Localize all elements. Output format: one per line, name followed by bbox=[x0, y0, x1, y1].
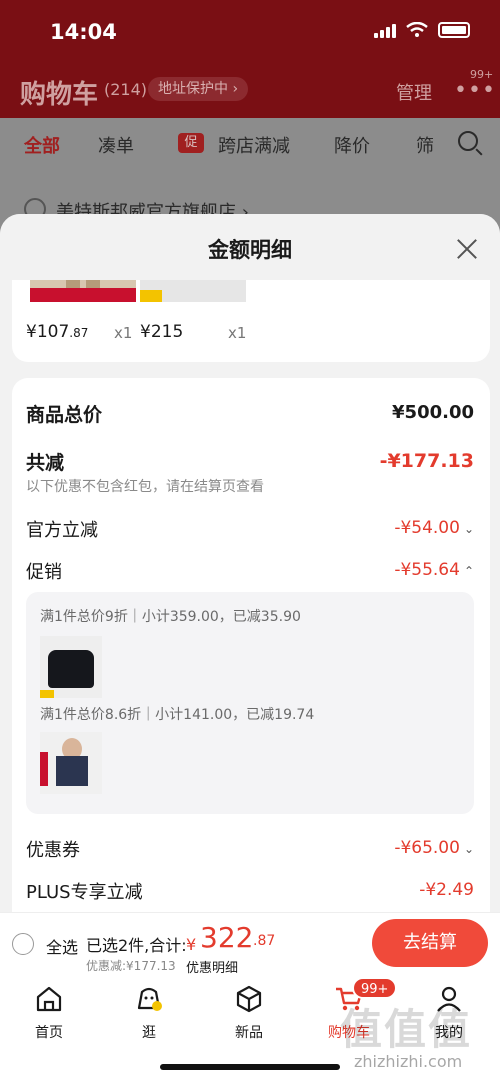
tab-cross-store[interactable]: 跨店满减 bbox=[218, 132, 290, 158]
status-icons bbox=[374, 22, 470, 38]
official-discount-label: 官方立减 bbox=[26, 520, 98, 541]
wifi-icon bbox=[406, 22, 428, 37]
home-icon bbox=[36, 986, 62, 1012]
reduction-note: 以下优惠不包含红包，请在结算页查看 bbox=[26, 479, 264, 495]
tab-all[interactable]: 全部 bbox=[24, 132, 60, 158]
promotion-label: 促销 bbox=[26, 562, 62, 583]
close-icon[interactable] bbox=[456, 238, 478, 260]
select-all-radio[interactable] bbox=[12, 933, 34, 955]
chevron-down-icon: ⌄ bbox=[463, 522, 474, 536]
total-reduction-value: -¥177.13 bbox=[379, 450, 474, 472]
manage-button[interactable]: 管理 bbox=[396, 79, 432, 105]
box-icon bbox=[236, 985, 262, 1013]
amount-detail-sheet: ¥107.87 x1 ¥215 x1 金额明细 商品总价 ¥500.00 共减 … bbox=[0, 214, 500, 914]
tab-filter[interactable]: 筛 bbox=[416, 132, 434, 158]
product-thumbnail[interactable] bbox=[40, 732, 102, 794]
tab-home[interactable]: 首页 bbox=[14, 984, 84, 1042]
tab-price-drop[interactable]: 降价 bbox=[334, 132, 370, 158]
product-price: ¥215 bbox=[140, 322, 184, 342]
battery-icon bbox=[438, 22, 470, 38]
more-icon[interactable]: ••• bbox=[454, 78, 496, 103]
goods-total-label: 商品总价 bbox=[26, 404, 103, 426]
official-discount-value[interactable]: -¥54.00 ⌄ bbox=[394, 518, 474, 538]
product-qty: x1 bbox=[114, 324, 133, 342]
cart-count: (214) bbox=[104, 80, 148, 99]
chevron-down-icon: ⌄ bbox=[463, 842, 474, 856]
coupon-label: 优惠券 bbox=[26, 840, 80, 861]
coupon-value[interactable]: -¥65.00 ⌄ bbox=[394, 838, 474, 858]
checkout-button[interactable]: 去结算 bbox=[372, 919, 488, 967]
saved-amount: 优惠减:¥177.13 bbox=[86, 959, 176, 973]
signal-icon bbox=[374, 22, 396, 38]
amount-breakdown-card: 商品总价 ¥500.00 共减 -¥177.13 以下优惠不包含红包，请在结算页… bbox=[12, 378, 490, 914]
search-icon[interactable] bbox=[458, 131, 478, 151]
promotion-value[interactable]: -¥55.64 ⌃ bbox=[394, 560, 474, 580]
address-protection-pill[interactable]: 地址保护中 › bbox=[148, 77, 249, 101]
product-thumbnail[interactable] bbox=[40, 636, 102, 698]
plus-discount-label: PLUS专享立减 bbox=[26, 882, 143, 903]
product-qty: x1 bbox=[228, 324, 247, 342]
total-reduction-label: 共减 bbox=[26, 452, 65, 474]
currency-symbol: ¥ bbox=[186, 935, 197, 954]
promotion-details: 满1件总价9折｜小计359.00，已减35.90 满1件总价8.6折｜小计141… bbox=[26, 592, 474, 814]
home-indicator bbox=[160, 1064, 340, 1070]
plus-discount-value: -¥2.49 bbox=[419, 880, 474, 900]
more-badge: 99+ bbox=[470, 68, 494, 81]
checkout-bar: 全选 已选2件,合计: ¥ 322 .87 优惠减:¥177.13 优惠明细 去… bbox=[0, 912, 500, 976]
product-price: ¥107.87 bbox=[26, 322, 89, 342]
tab-new[interactable]: 新品 bbox=[214, 984, 284, 1042]
tab-bundle[interactable]: 凑单 bbox=[98, 132, 134, 158]
sheet-header: 金额明细 bbox=[0, 214, 500, 280]
tab-browse[interactable]: 逛 bbox=[114, 984, 184, 1042]
status-time: 14:04 bbox=[50, 20, 117, 44]
promo-badge: 促 bbox=[178, 133, 204, 153]
selected-summary: 已选2件,合计: bbox=[86, 936, 187, 955]
select-all-label[interactable]: 全选 bbox=[46, 934, 78, 958]
total-amount-decimal: .87 bbox=[253, 933, 276, 949]
sheet-title: 金额明细 bbox=[208, 238, 292, 262]
page-title: 购物车 bbox=[20, 80, 99, 110]
promo-rule: 满1件总价8.6折｜小计141.00，已减19.74 bbox=[40, 707, 315, 723]
watermark: 值值值 bbox=[340, 1005, 473, 1054]
browse-icon bbox=[137, 987, 162, 1011]
total-amount: 322 bbox=[200, 921, 254, 954]
chevron-up-icon: ⌃ bbox=[463, 564, 474, 578]
promo-rule: 满1件总价9折｜小计359.00，已减35.90 bbox=[40, 609, 301, 625]
watermark-url: zhizhizhi.com bbox=[354, 1052, 463, 1071]
goods-total-value: ¥500.00 bbox=[392, 402, 474, 423]
